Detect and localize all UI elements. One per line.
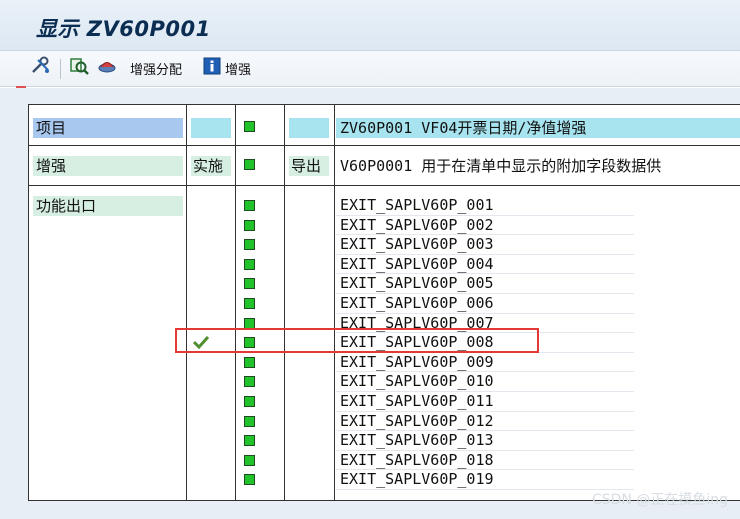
list-item[interactable]: EXIT_SAPLV60P_009 bbox=[336, 353, 634, 373]
list-item[interactable]: EXIT_SAPLV60P_012 bbox=[336, 412, 634, 432]
row-label-project: 项目 bbox=[36, 119, 67, 137]
enhancement-button[interactable]: 增强 bbox=[203, 57, 251, 79]
export-label: 导出 bbox=[291, 157, 322, 175]
list-item[interactable]: EXIT_SAPLV60P_002 bbox=[336, 216, 634, 236]
list-item[interactable]: EXIT_SAPLV60P_010 bbox=[336, 372, 634, 392]
enhancement-description[interactable]: V60P0001 用于在清单中显示的附加字段数据供 bbox=[340, 156, 661, 176]
project-description[interactable]: ZV60P001 VF04开票日期/净值增强 bbox=[340, 118, 586, 138]
export-cell bbox=[289, 118, 329, 138]
grid-divider bbox=[186, 104, 187, 501]
where-used-button[interactable] bbox=[68, 57, 90, 79]
status-active-icon bbox=[244, 415, 255, 427]
toolbar-separator bbox=[60, 59, 61, 79]
list-item[interactable]: EXIT_SAPLV60P_011 bbox=[336, 392, 634, 412]
status-active-icon bbox=[244, 239, 255, 251]
page-title: 显示 ZV60P001 bbox=[36, 17, 211, 41]
status-active-icon bbox=[244, 159, 255, 170]
list-item[interactable]: EXIT_SAPLV60P_013 bbox=[336, 431, 634, 451]
status-active-icon bbox=[244, 219, 255, 231]
status-active-icon bbox=[244, 474, 255, 486]
grid-row-divider bbox=[28, 145, 740, 146]
status-active-icon bbox=[244, 376, 255, 388]
status-active-icon bbox=[244, 298, 255, 309]
row-label-function-exits: 功能出口 bbox=[36, 197, 97, 215]
status-active-icon bbox=[244, 356, 255, 368]
grid-divider bbox=[284, 104, 285, 501]
highlight-box bbox=[175, 328, 539, 353]
status-active-icon bbox=[244, 121, 255, 132]
grid-row-divider bbox=[28, 185, 740, 186]
application-toolbar: 增强分配 增强 bbox=[0, 51, 740, 87]
list-item[interactable]: EXIT_SAPLV60P_005 bbox=[336, 274, 634, 294]
grid-divider bbox=[235, 104, 236, 501]
impl-cell bbox=[191, 118, 231, 138]
status-active-icon bbox=[244, 396, 255, 407]
enhancement-label: 增强 bbox=[225, 62, 252, 78]
row-label-enhancement: 增强 bbox=[36, 157, 67, 175]
list-item[interactable]: EXIT_SAPLV60P_018 bbox=[336, 451, 634, 471]
status-active-icon bbox=[244, 317, 255, 329]
status-active-icon bbox=[244, 454, 255, 466]
info-icon bbox=[203, 57, 221, 79]
config-tools-icon bbox=[30, 56, 52, 80]
grid-divider bbox=[334, 104, 335, 501]
where-used-icon bbox=[68, 56, 90, 80]
transport-icon bbox=[96, 56, 118, 80]
watermark: CSDN @正在摸鱼ing bbox=[591, 492, 728, 508]
enhancement-assignment-label: 增强分配 bbox=[130, 62, 183, 78]
list-item[interactable]: EXIT_SAPLV60P_001 bbox=[336, 196, 634, 216]
status-active-icon bbox=[244, 200, 255, 211]
impl-label: 实施 bbox=[193, 157, 224, 175]
enhancement-assignment-button[interactable]: 增强分配 bbox=[130, 57, 182, 79]
title-bar: 显示 ZV60P001 bbox=[0, 0, 740, 51]
list-item[interactable]: EXIT_SAPLV60P_004 bbox=[336, 255, 634, 275]
config-tools-button[interactable] bbox=[30, 56, 52, 80]
status-active-icon bbox=[244, 258, 255, 270]
status-active-icon bbox=[244, 278, 255, 290]
status-active-icon bbox=[244, 435, 255, 447]
transport-button[interactable] bbox=[96, 57, 118, 79]
list-item[interactable]: EXIT_SAPLV60P_006 bbox=[336, 294, 634, 314]
list-item[interactable]: EXIT_SAPLV60P_003 bbox=[336, 235, 634, 255]
list-item[interactable]: EXIT_SAPLV60P_019 bbox=[336, 470, 634, 490]
